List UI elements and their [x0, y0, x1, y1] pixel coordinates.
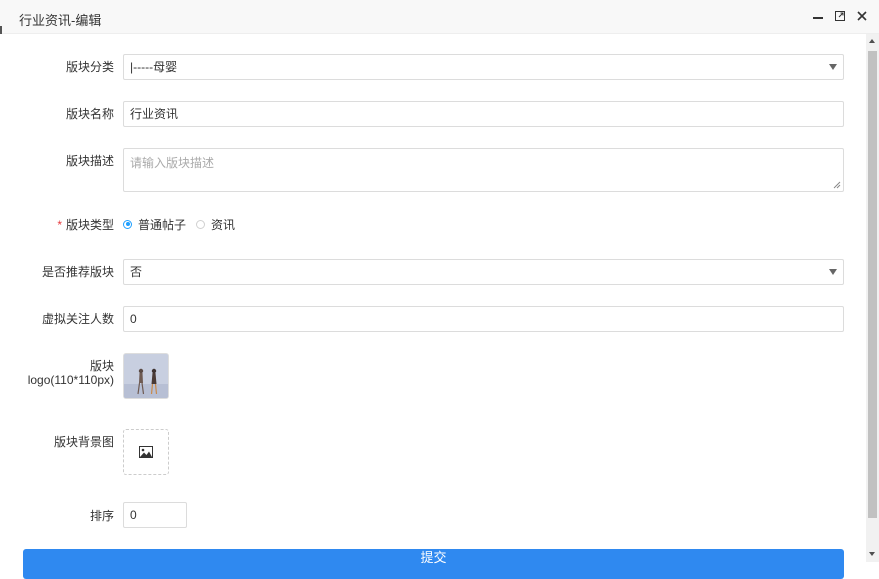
sort-value: 0 [130, 508, 137, 522]
followers-label: 虚拟关注人数 [41, 312, 114, 326]
recommended-row: 是否推荐版块 否 [0, 259, 866, 285]
vertical-scrollbar[interactable] [866, 34, 879, 562]
close-icon[interactable] [855, 9, 869, 23]
category-label: 版块分类 [65, 60, 114, 74]
background-label: 版块背景图 [53, 435, 114, 449]
recommended-label: 是否推荐版块 [41, 265, 114, 279]
logo-label: 版块logo(110*110px) [27, 359, 114, 387]
description-placeholder: 请输入版块描述 [130, 156, 215, 170]
background-upload[interactable] [123, 429, 169, 475]
minimize-icon[interactable] [811, 9, 825, 23]
logo-image [124, 354, 168, 398]
radio-normal-post[interactable] [123, 219, 132, 229]
name-row: 版块名称 行业资讯 [0, 101, 866, 127]
followers-value: 0 [130, 312, 137, 326]
edit-dialog: 行业资讯-编辑 版块分类 |-----母婴 版块名称 行业资讯 版块描述 请输入… [0, 0, 879, 579]
type-label: * 版块类型 [57, 218, 114, 232]
type-label-text: 版块类型 [65, 218, 114, 232]
chevron-down-icon [829, 64, 837, 70]
name-value: 行业资讯 [130, 107, 179, 121]
radio-news-label[interactable]: 资讯 [211, 216, 235, 233]
scrollbar-thumb[interactable] [868, 51, 877, 518]
chevron-down-icon [829, 269, 837, 275]
window-controls [811, 9, 869, 23]
followers-row: 虚拟关注人数 0 [0, 306, 866, 332]
category-select[interactable]: |-----母婴 [123, 54, 844, 80]
recommended-value: 否 [130, 265, 143, 279]
required-mark: * [57, 218, 62, 232]
description-textarea[interactable]: 请输入版块描述 [123, 148, 844, 192]
description-label: 版块描述 [65, 154, 114, 168]
scroll-up-icon[interactable] [869, 39, 875, 43]
sort-label: 排序 [89, 509, 114, 523]
resize-grip-icon[interactable] [833, 181, 841, 189]
recommended-select[interactable]: 否 [123, 259, 844, 285]
followers-input[interactable]: 0 [123, 306, 844, 332]
logo-thumbnail[interactable] [123, 353, 169, 399]
name-label: 版块名称 [65, 107, 114, 121]
category-row: 版块分类 |-----母婴 [0, 54, 866, 80]
sort-input[interactable]: 0 [123, 502, 187, 528]
scroll-down-icon[interactable] [869, 552, 875, 556]
maximize-icon[interactable] [833, 9, 847, 23]
radio-normal-post-label[interactable]: 普通帖子 [138, 216, 186, 233]
image-icon [139, 446, 153, 458]
dialog-titlebar: 行业资讯-编辑 [0, 0, 879, 34]
name-input[interactable]: 行业资讯 [123, 101, 844, 127]
type-radio-group: 普通帖子 资讯 [123, 216, 239, 232]
description-row: 版块描述 请输入版块描述 [0, 148, 866, 192]
dialog-title: 行业资讯-编辑 [19, 13, 102, 28]
radio-news[interactable] [196, 219, 206, 229]
submit-button[interactable]: 提交 [23, 549, 844, 579]
form-content: 版块分类 |-----母婴 版块名称 行业资讯 版块描述 请输入版块描述 * 版块… [0, 34, 866, 579]
category-value: |-----母婴 [130, 60, 178, 74]
